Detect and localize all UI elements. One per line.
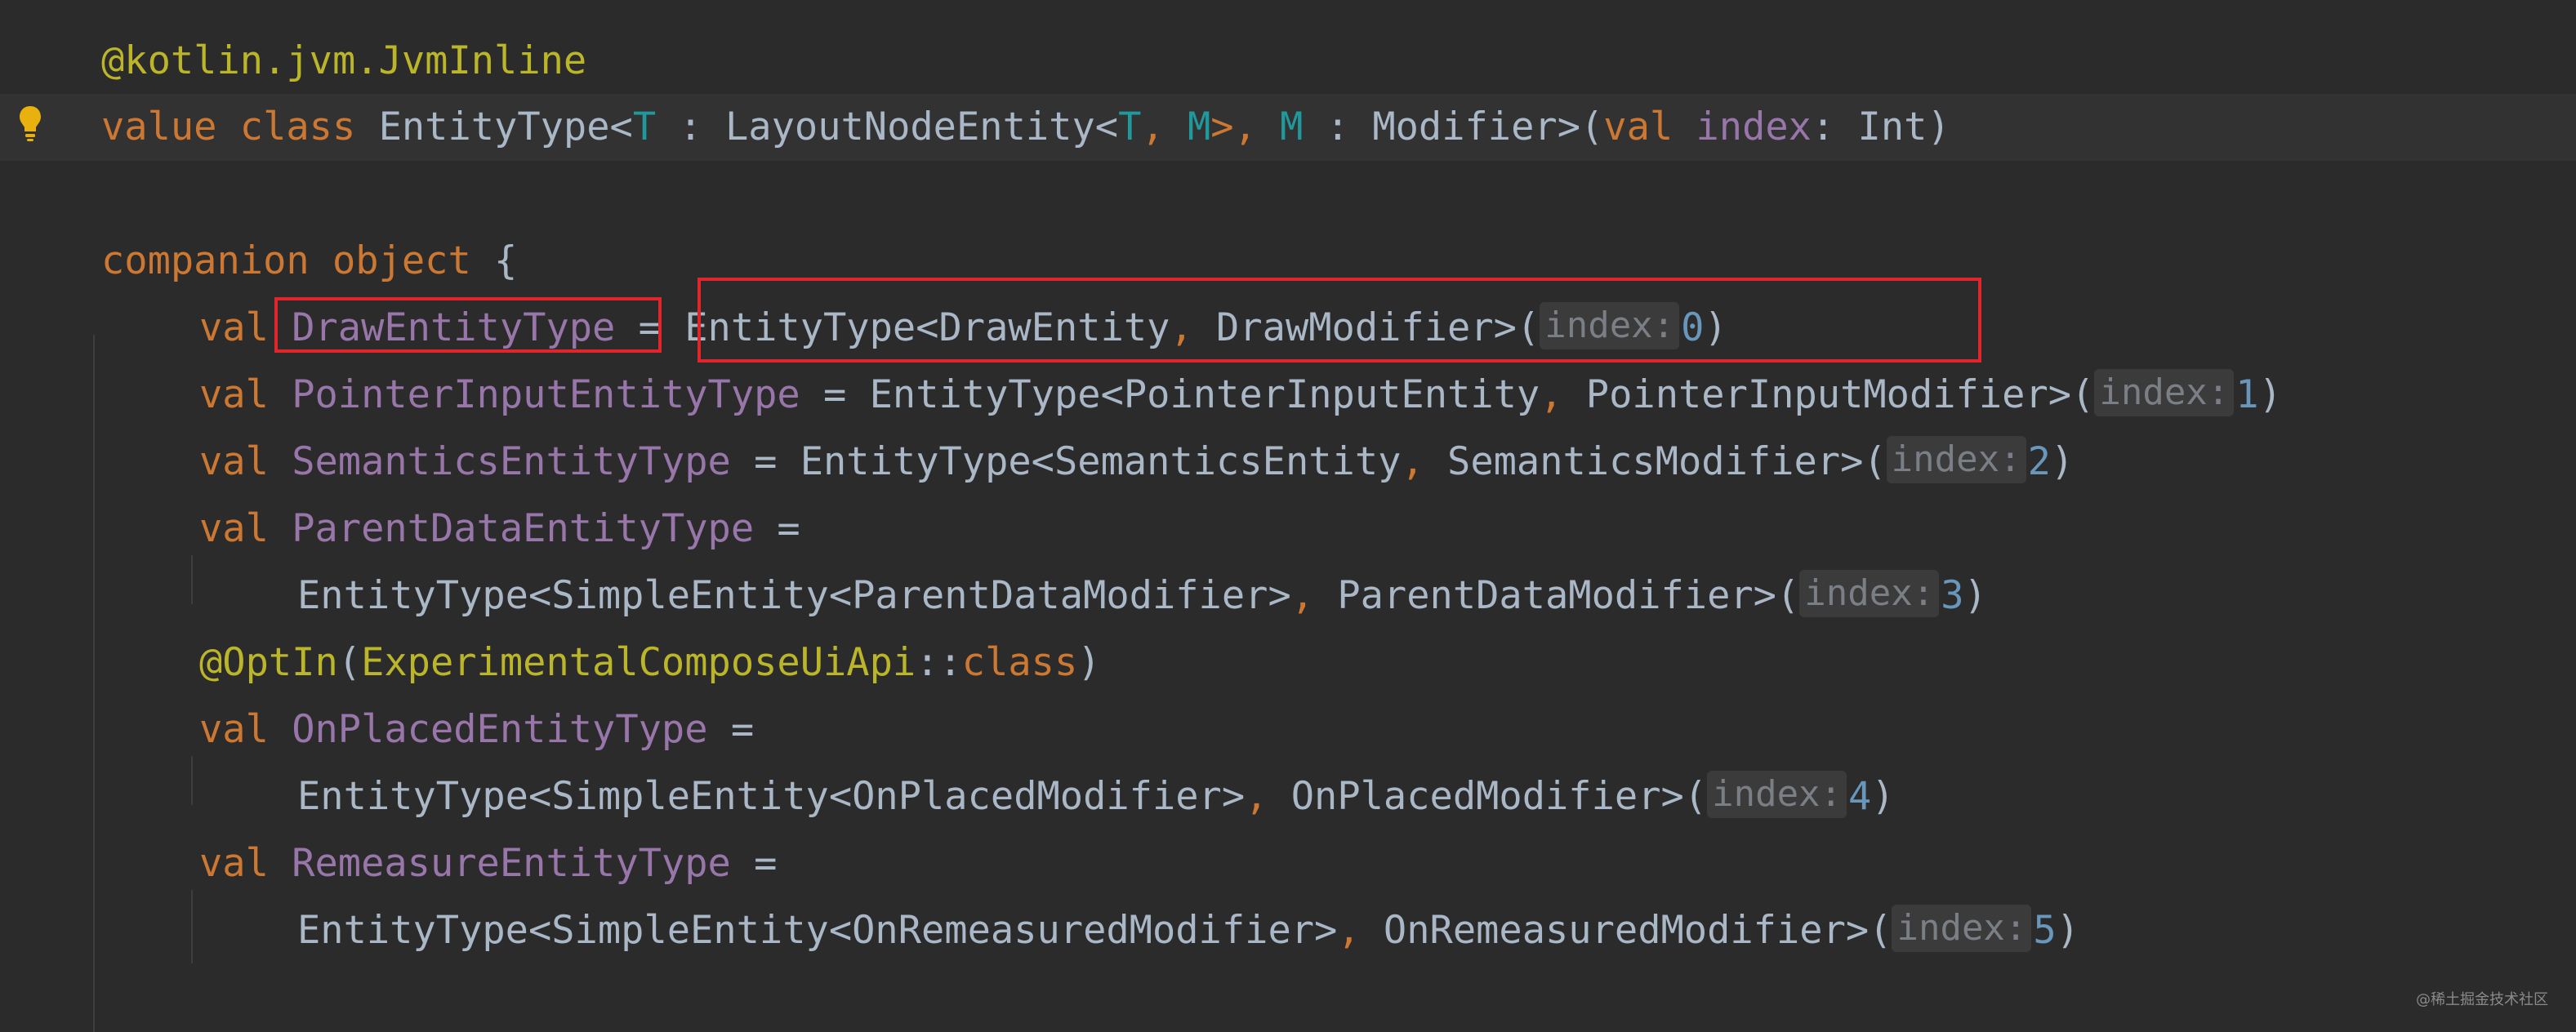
keyword-val: val (199, 305, 269, 350)
call-expression: EntityType<PointerInputEntity (869, 372, 1540, 417)
watermark: @稀土掘金技术社区 (2416, 991, 2548, 1008)
param-type: : Int) (1811, 105, 1950, 149)
code-line-14[interactable]: EntityType<SimpleEntity<OnRemeasuredModi… (0, 897, 2576, 964)
keyword-val: val (199, 506, 269, 551)
call-expression: EntityType<DrawEntity (684, 305, 1170, 350)
keyword-val: val (199, 841, 269, 886)
param-hint: index: (1886, 436, 2026, 483)
code-line-8[interactable]: val ParentDataEntityType = (0, 496, 2576, 563)
symbol: ) (1963, 573, 1987, 618)
assign: = (730, 439, 800, 484)
keyword-class: class (961, 640, 1078, 685)
lightbulb-icon[interactable] (18, 105, 42, 144)
type-bound: Modifier (1372, 105, 1558, 149)
param-hint: index: (1799, 570, 1940, 617)
symbol: : (656, 105, 726, 149)
code-line-4[interactable]: companion object { (0, 228, 2576, 295)
param-hint: index: (1707, 771, 1847, 818)
argument-number: 0 (1681, 305, 1705, 350)
symbol: ( (337, 640, 362, 685)
comma: , (1245, 774, 1268, 819)
keyword-value: value (101, 105, 217, 149)
property-name: OnPlacedEntityType (292, 707, 708, 752)
call-expression: PointerInputModifier>( (1562, 372, 2095, 417)
symbol: : (1303, 105, 1373, 149)
argument-number: 3 (1941, 573, 1964, 618)
param-hint: index: (2094, 369, 2235, 416)
property-name: PointerInputEntityType (292, 372, 800, 417)
symbol: :: (916, 640, 962, 685)
symbol: ) (1871, 774, 1895, 819)
assign: = (730, 841, 778, 886)
property-name: DrawEntityType (292, 305, 616, 350)
brace: { (470, 238, 518, 283)
keyword-val: val (199, 707, 269, 752)
keyword-val: val (1603, 105, 1674, 149)
comma: , (1540, 372, 1563, 417)
param-hint: index: (1540, 302, 1680, 349)
code-line-12[interactable]: EntityType<SimpleEntity<OnPlacedModifier… (0, 763, 2576, 830)
property-name: RemeasureEntityType (292, 841, 731, 886)
call-expression: SemanticsModifier>( (1424, 439, 1887, 484)
symbol: ) (1077, 640, 1101, 685)
keyword-companion: companion (101, 238, 310, 283)
code-line-2[interactable]: value class EntityType<T : LayoutNodeEnt… (0, 94, 2576, 161)
code-line-5[interactable]: val DrawEntityType = EntityType<DrawEnti… (0, 295, 2576, 362)
code-line-7[interactable]: val SemanticsEntityType = EntityType<Sem… (0, 429, 2576, 496)
type-param: T (632, 105, 657, 149)
call-expression: ParentDataModifier>( (1314, 573, 1800, 618)
keyword-class: class (239, 105, 356, 149)
comma: , (1337, 908, 1361, 953)
call-expression: OnRemeasuredModifier>( (1360, 908, 1892, 953)
call-expression: DrawModifier>( (1192, 305, 1540, 350)
assign: = (754, 506, 800, 551)
code-line-1[interactable]: @kotlin.jvm.JvmInline (0, 28, 2576, 95)
symbol: < (1094, 105, 1119, 149)
param-name: index (1696, 105, 1812, 149)
comma: , (1290, 573, 1315, 618)
symbol: < (609, 105, 633, 149)
type-bound: LayoutNodeEntity (725, 105, 1095, 149)
symbol: >, (1210, 105, 1257, 149)
symbol: ) (2258, 372, 2282, 417)
symbol: ) (2050, 439, 2075, 484)
argument-number: 2 (2027, 439, 2051, 484)
argument-number: 4 (1848, 774, 1872, 819)
argument-number: 5 (2033, 908, 2057, 953)
keyword-val: val (199, 372, 269, 417)
code-line-11[interactable]: val OnPlacedEntityType = (0, 696, 2576, 763)
keyword-val: val (199, 439, 269, 484)
property-name: ParentDataEntityType (292, 506, 755, 551)
annotation-argument: ExperimentalComposeUiApi (361, 640, 916, 685)
type-param: M (1256, 105, 1304, 149)
call-expression: EntityType<SimpleEntity<OnRemeasuredModi… (297, 908, 1338, 953)
symbol: ) (2056, 908, 2080, 953)
symbol: ) (1704, 305, 1727, 350)
call-expression: EntityType<SimpleEntity<ParentDataModifi… (297, 573, 1291, 618)
code-line-6[interactable]: val PointerInputEntityType = EntityType<… (0, 362, 2576, 429)
annotation: @kotlin.jvm.JvmInline (101, 38, 587, 83)
code-editor[interactable]: @kotlin.jvm.JvmInline value class Entity… (0, 0, 2576, 1032)
type-param: M (1164, 105, 1211, 149)
annotation: @OptIn (199, 640, 338, 685)
comma: , (1170, 305, 1193, 350)
class-name: EntityType (378, 105, 610, 149)
comma: , (1401, 439, 1424, 484)
call-expression: OnPlacedModifier>( (1268, 774, 1708, 819)
code-line-10[interactable]: @OptIn(ExperimentalComposeUiApi::class) (0, 629, 2576, 696)
keyword-object: object (332, 238, 471, 283)
argument-number: 1 (2235, 372, 2259, 417)
type-param: T (1118, 105, 1142, 149)
call-expression: EntityType<SemanticsEntity (800, 439, 1402, 484)
param-hint: index: (1892, 905, 2032, 952)
code-line-13[interactable]: val RemeasureEntityType = (0, 830, 2576, 897)
assign: = (800, 372, 870, 417)
code-line-9[interactable]: EntityType<SimpleEntity<ParentDataModifi… (0, 563, 2576, 629)
assign: = (615, 305, 685, 350)
property-name: SemanticsEntityType (292, 439, 731, 484)
assign: = (707, 707, 755, 752)
call-expression: EntityType<SimpleEntity<OnPlacedModifier… (297, 774, 1246, 819)
comma: , (1141, 105, 1165, 149)
symbol: >( (1557, 105, 1604, 149)
